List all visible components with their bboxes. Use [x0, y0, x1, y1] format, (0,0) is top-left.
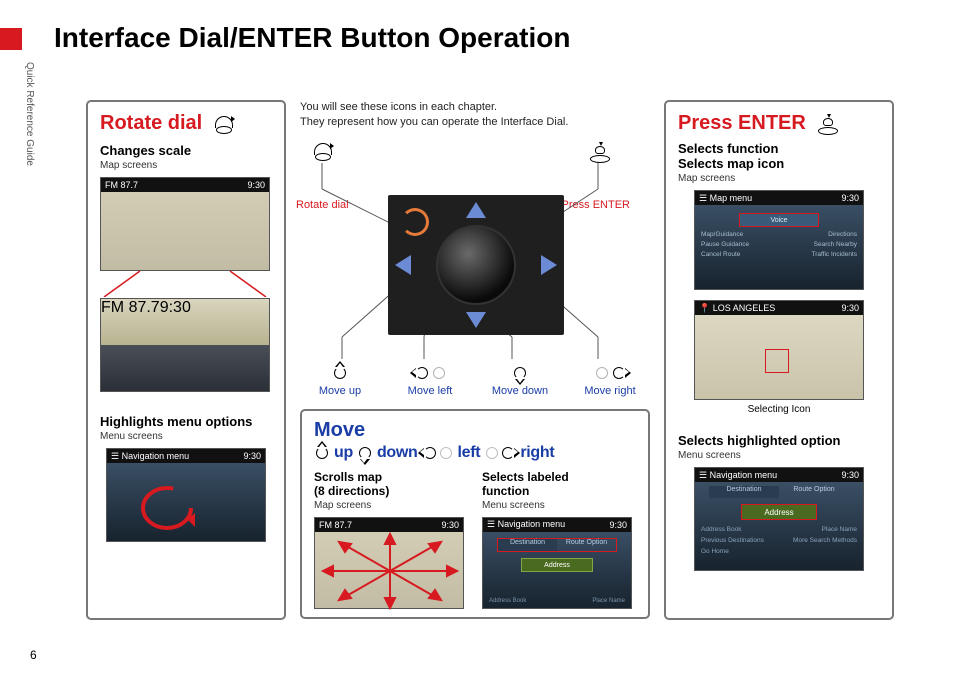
selects-labeled-heading: Selects labeled [482, 470, 636, 484]
red-corner-tab [0, 28, 22, 50]
dial-dot-icon [594, 365, 610, 381]
move-left-text: left [458, 442, 481, 464]
press-enter-panel: Press ENTER Selects function Selects map… [664, 100, 894, 620]
move-down-label: Move down [492, 385, 548, 397]
selects-highlighted-heading: Selects highlighted option [678, 433, 880, 448]
map-menu-screenshot: ☰ Map menu9:30 Voice Map/GuidanceDirecti… [694, 190, 864, 290]
move-right-icon [500, 445, 516, 461]
move-down-icon [357, 445, 373, 461]
scrolls-map-heading-2: (8 directions) [314, 484, 468, 498]
side-title: Quick Reference Guide [24, 62, 35, 166]
move-up-icon [314, 445, 330, 461]
page-number: 6 [30, 648, 37, 662]
nav-menu-screenshot: ☰ Navigation menu9:30 [106, 448, 266, 542]
intro-text-2: They represent how you can operate the I… [300, 115, 650, 130]
move-right-icon [611, 365, 627, 381]
la-map-screenshot: 📍 LOS ANGELES9:30 [694, 300, 864, 400]
press-enter-heading: Press ENTER [678, 112, 806, 135]
move-right-label: Move right [584, 385, 635, 397]
move-up-label: Move up [319, 385, 361, 397]
map-screens-label: Map screens [678, 173, 880, 184]
labeled-function-screenshot: ☰ Navigation menu9:30 Destination Route … [482, 517, 632, 609]
page-title: Interface Dial/ENTER Button Operation [54, 22, 571, 54]
highlighted-option-screenshot: ☰ Navigation menu9:30 Destination Route … [694, 467, 864, 571]
menu-screens-label: Menu screens [678, 450, 880, 461]
changes-scale-heading: Changes scale [100, 143, 272, 158]
highlights-menu-heading: Highlights menu options [100, 414, 272, 429]
press-enter-icon [816, 115, 840, 135]
scroll-map-screenshot: FM 87.79:30 [314, 517, 464, 609]
move-panel: Move up down left right Scrolls map (8 d… [300, 409, 650, 619]
center-column: You will see these icons in each chapter… [300, 100, 650, 619]
selecting-icon-caption: Selecting Icon [678, 404, 880, 415]
move-down-icon [512, 365, 528, 381]
move-down-text: down [377, 442, 418, 464]
move-up-text: up [334, 442, 353, 464]
map-screens-label: Map screens [100, 160, 272, 171]
move-heading: Move [314, 419, 636, 442]
move-left-icon [422, 445, 438, 461]
dial-photo [388, 195, 564, 335]
rotate-dial-icon [213, 116, 235, 134]
dial-dot-icon [438, 445, 454, 461]
selects-function-heading: Selects function [678, 141, 880, 156]
rotate-dial-panel-wrapper: Rotate dial Changes scale Map screens FM… [86, 100, 286, 620]
menu-screens-label: Menu screens [100, 431, 272, 442]
eight-arrows-icon [315, 532, 465, 610]
selects-labeled-heading-2: function [482, 484, 636, 498]
map-zoom-screenshot: FM 87.79:30 [100, 298, 270, 392]
dial-dot-icon [431, 365, 447, 381]
rotate-dial-heading: Rotate dial [100, 112, 202, 135]
rotate-highlight-icon [137, 483, 197, 533]
dial-diagram: Rotate dial Press ENTER [300, 139, 650, 399]
move-left-label: Move left [408, 385, 453, 397]
move-up-icon [332, 365, 348, 381]
move-right-text: right [520, 442, 554, 464]
scrolls-map-heading: Scrolls map [314, 470, 468, 484]
menu-screens-label: Menu screens [482, 500, 636, 511]
dial-dot-icon [484, 445, 500, 461]
selects-map-icon-heading: Selects map icon [678, 156, 880, 171]
intro-text-1: You will see these icons in each chapter… [300, 100, 650, 115]
zoom-bracket-lines [100, 271, 270, 297]
move-left-icon [414, 365, 430, 381]
rotate-dial-panel: Rotate dial Changes scale Map screens FM… [86, 100, 286, 620]
map-screenshot: FM 87.79:30 [100, 177, 270, 271]
map-screens-label: Map screens [314, 500, 468, 511]
press-enter-panel-wrapper: Press ENTER Selects function Selects map… [664, 100, 894, 620]
